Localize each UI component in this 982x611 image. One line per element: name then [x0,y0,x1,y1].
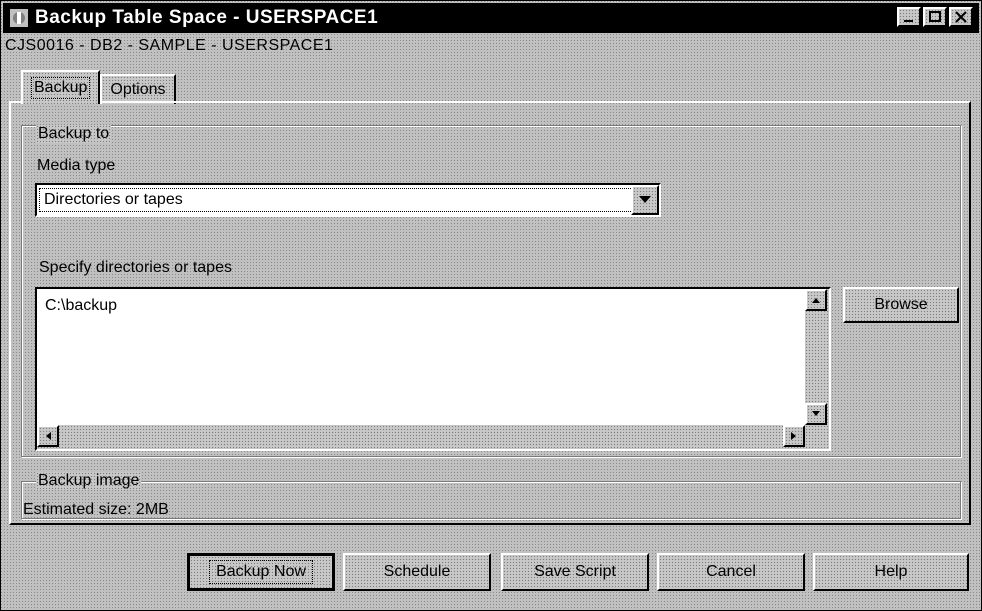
tab-backup-label: Backup [31,77,91,99]
tab-strip: Backup Options [21,70,176,104]
help-label: Help [874,563,908,580]
media-type-value: Directories or tapes [39,188,635,212]
list-item[interactable]: C:\backup [45,297,117,315]
help-button[interactable]: Help [813,553,969,591]
save-script-label: Save Script [534,563,616,580]
browse-button-label: Browse [874,296,928,313]
window-title: Backup Table Space - USERSPACE1 [35,7,379,28]
close-icon[interactable] [949,7,973,27]
tab-backup[interactable]: Backup [21,70,101,104]
scroll-left-icon[interactable] [37,425,59,447]
vertical-scrollbar[interactable] [805,289,829,425]
scroll-up-icon[interactable] [805,289,827,311]
backup-now-label: Backup Now [209,560,313,584]
backup-to-title: Backup to [36,125,112,143]
backup-image-title: Backup image [36,472,142,490]
scroll-corner [805,425,829,449]
schedule-label: Schedule [383,563,451,580]
tab-options-label: Options [110,81,166,98]
chevron-down-icon[interactable] [631,185,659,215]
backup-table-space-window: Backup Table Space - USERSPACE1 CJS0016 … [0,0,982,611]
horizontal-scrollbar[interactable] [37,425,805,449]
save-script-button[interactable]: Save Script [501,553,649,591]
cancel-label: Cancel [706,563,756,580]
media-type-select[interactable]: Directories or tapes [35,183,661,217]
maximize-icon[interactable] [923,7,947,27]
cancel-button[interactable]: Cancel [657,553,805,591]
schedule-button[interactable]: Schedule [343,553,491,591]
title-bar[interactable]: Backup Table Space - USERSPACE1 [3,3,979,33]
scroll-down-icon[interactable] [805,403,827,425]
directories-list[interactable]: C:\backup [35,287,831,451]
minimize-icon[interactable] [897,7,921,27]
app-icon [9,8,29,28]
tab-options[interactable]: Options [100,74,176,104]
specify-directories-label: Specify directories or tapes [39,259,232,276]
scroll-right-icon[interactable] [783,425,805,447]
browse-button[interactable]: Browse [843,287,959,323]
backup-now-button[interactable]: Backup Now [187,553,335,591]
media-type-label: Media type [37,157,116,174]
estimated-size: Estimated size: 2MB [23,501,169,518]
object-path: CJS0016 - DB2 - SAMPLE - USERSPACE1 [5,37,334,54]
